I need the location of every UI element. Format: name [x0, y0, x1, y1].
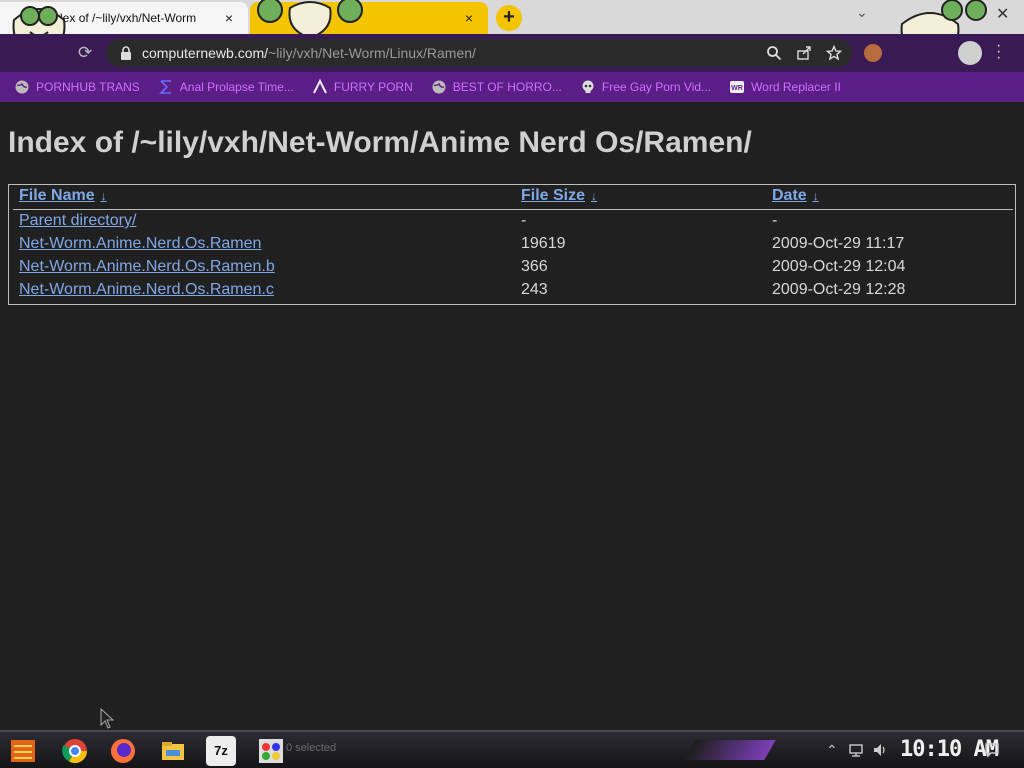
bookmark-label: Free Gay Porn Vid... — [601, 80, 712, 94]
bookmark-item[interactable]: Free Gay Porn Vid... — [580, 79, 711, 95]
file-link[interactable]: Net-Worm.Anime.Nerd.Os.Ramen.c — [19, 281, 274, 298]
file-date: - — [772, 212, 778, 229]
file-link[interactable]: Net-Worm.Anime.Nerd.Os.Ramen — [19, 235, 261, 252]
table-row: Net-Worm.Anime.Nerd.Os.Ramen.b 366 2009-… — [9, 256, 1015, 279]
bookmarks-bar: PORNHUB TRANS Anal Prolapse Time... FURR… — [0, 72, 1024, 102]
search-icon[interactable] — [766, 45, 782, 61]
sort-by-size-link[interactable]: File Size — [521, 187, 585, 204]
firefox-icon[interactable] — [108, 736, 138, 766]
network-icon[interactable] — [848, 742, 864, 758]
file-date: 2009-Oct-29 12:28 — [772, 281, 906, 298]
table-row: Net-Worm.Anime.Nerd.Os.Ramen.c 243 2009-… — [9, 279, 1015, 302]
new-tab-button[interactable]: + — [496, 5, 522, 31]
address-bar[interactable]: computernewb.com/~lily/vxh/Net-Worm/Linu… — [106, 39, 852, 67]
volume-icon[interactable] — [872, 742, 888, 758]
svg-text:WR: WR — [731, 85, 743, 92]
7zip-icon[interactable]: 7z — [206, 736, 236, 766]
window-close-icon[interactable]: ✕ — [996, 4, 1009, 24]
file-size: - — [521, 212, 527, 229]
bookmark-label: FURRY PORN — [333, 80, 413, 94]
file-size: 243 — [521, 281, 548, 298]
start-icon[interactable] — [8, 736, 38, 766]
file-date: 2009-Oct-29 11:17 — [772, 235, 905, 252]
chrome-icon[interactable] — [60, 736, 90, 766]
bookmark-label: Word Replacer II — [751, 80, 841, 94]
notification-icon[interactable] — [984, 742, 1000, 758]
page-content: Index of /~lily/vxh/Net-Worm/Anime Nerd … — [0, 102, 1024, 730]
globe-icon — [432, 80, 446, 94]
bookmark-item[interactable]: PORNHUB TRANS — [14, 79, 140, 95]
bookmark-label: Anal Prolapse Time... — [179, 80, 294, 94]
table-header-row: File Name ↓ File Size ↓ Date ↓ — [9, 185, 1015, 208]
paint-icon[interactable] — [256, 736, 286, 766]
table-row: Net-Worm.Anime.Nerd.Os.Ramen 19619 2009-… — [9, 233, 1015, 256]
chevron-up-icon[interactable]: ⌃ — [826, 742, 838, 759]
mouse-cursor-icon — [100, 708, 115, 729]
bookmark-item[interactable]: WR Word Replacer II — [729, 79, 841, 95]
table-row: Parent directory/ - - — [9, 210, 1015, 233]
status-text: 0 selected — [286, 742, 337, 754]
file-link[interactable]: Net-Worm.Anime.Nerd.Os.Ramen.b — [19, 258, 275, 275]
account-avatar-icon[interactable] — [958, 41, 982, 65]
sort-arrow-icon[interactable]: ↓ — [101, 189, 107, 203]
bookmark-item[interactable]: FURRY PORN — [312, 79, 413, 95]
tab-close-icon[interactable]: × — [460, 10, 478, 26]
bookmark-label: PORNHUB TRANS — [36, 80, 140, 94]
taskbar: 7z 0 selected ⌃ 10:10 AM — [0, 730, 1024, 768]
skull-icon — [582, 80, 594, 93]
bookmark-item[interactable]: BEST OF HORRO... — [431, 79, 562, 95]
file-date: 2009-Oct-29 12:04 — [772, 258, 906, 275]
bookmark-label: BEST OF HORRO... — [452, 80, 562, 94]
file-size: 366 — [521, 258, 548, 275]
browser-toolbar: ⟳ computernewb.com/~lily/vxh/Net-Worm/Li… — [0, 34, 1024, 72]
tab-strip: Index of /~lily/vxh/Net-Worm × × + ⌄ ✕ — [0, 0, 1024, 62]
file-explorer-icon[interactable] — [158, 736, 188, 766]
globe-icon — [15, 80, 29, 94]
file-size: 19619 — [521, 235, 566, 252]
page-title: Index of /~lily/vxh/Net-Worm/Anime Nerd … — [8, 126, 752, 159]
extension-avatar-icon[interactable] — [864, 44, 882, 62]
file-listing-table: File Name ↓ File Size ↓ Date ↓ Parent direc… — [8, 184, 1016, 305]
sigma-icon — [158, 80, 171, 94]
reload-icon[interactable]: ⟳ — [78, 43, 92, 63]
taskbar-decoration — [684, 740, 776, 760]
file-link[interactable]: Parent directory/ — [19, 212, 136, 229]
sort-arrow-icon[interactable]: ↓ — [591, 189, 597, 203]
menu-dots-icon[interactable]: · · · — [996, 38, 1001, 66]
sort-by-name-link[interactable]: File Name — [19, 187, 95, 204]
sort-by-date-link[interactable]: Date — [772, 187, 807, 204]
url-text: computernewb.com/~lily/vxh/Net-Worm/Linu… — [142, 45, 476, 61]
share-icon[interactable] — [796, 45, 812, 61]
chevron-down-icon[interactable]: ⌄ — [856, 4, 868, 21]
bookmark-star-icon[interactable] — [826, 45, 842, 61]
sort-arrow-icon[interactable]: ↓ — [813, 189, 819, 203]
bookmark-item[interactable]: Anal Prolapse Time... — [158, 79, 294, 95]
lock-icon — [121, 46, 131, 60]
tab-close-icon[interactable]: × — [220, 10, 238, 26]
lambda-icon — [312, 79, 327, 94]
wr-icon: WR — [730, 81, 745, 93]
